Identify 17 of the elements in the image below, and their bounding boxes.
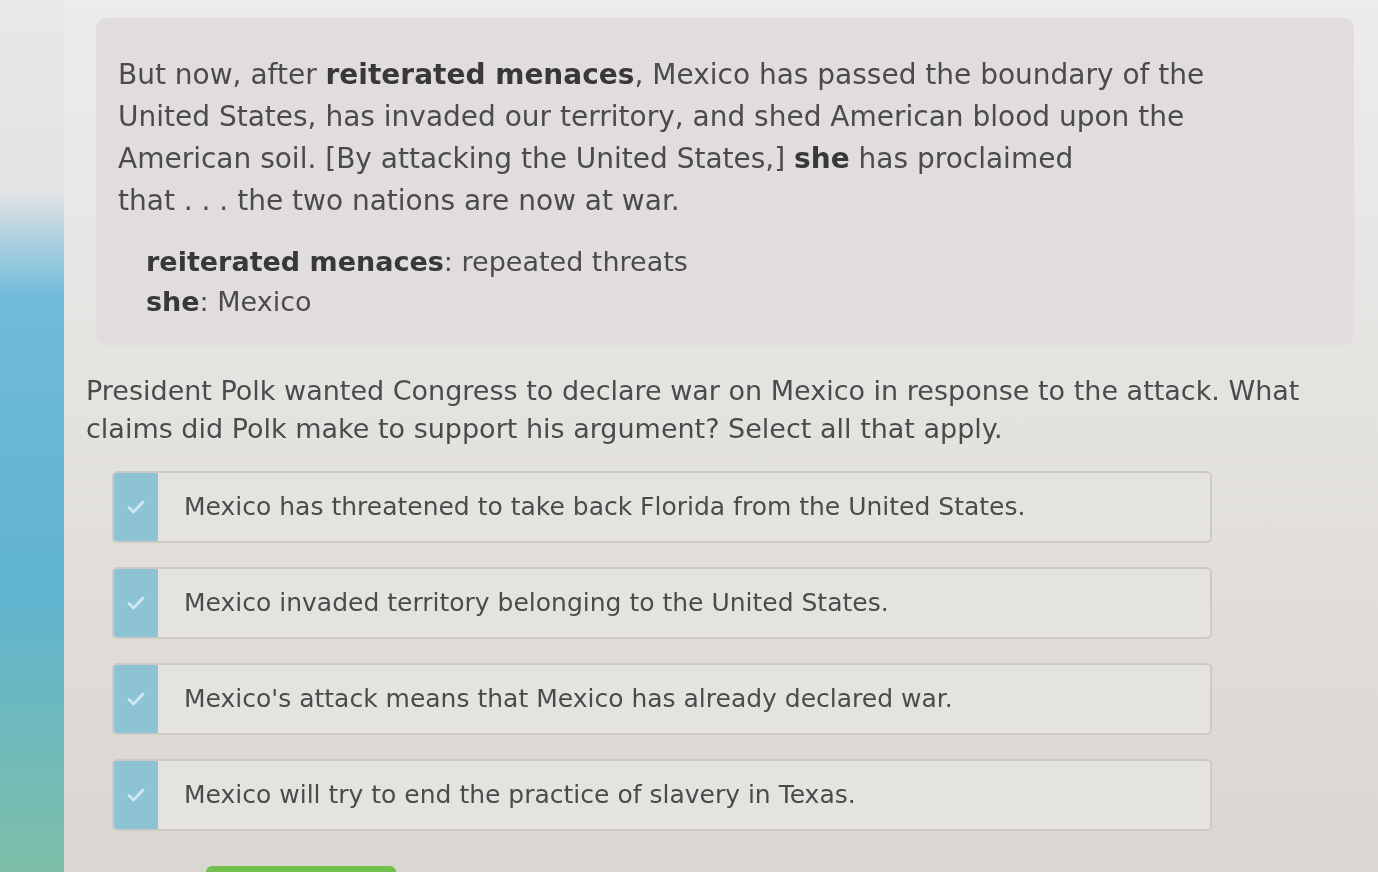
answer-option[interactable]: Mexico invaded territory belonging to the United States. <box>112 567 1212 639</box>
check-icon <box>127 788 145 802</box>
checkbox[interactable] <box>114 473 158 541</box>
glossary-entry: reiterated menaces: repeated threats <box>146 245 689 279</box>
checkbox[interactable] <box>114 665 158 733</box>
action-button[interactable] <box>206 866 396 872</box>
checkbox[interactable] <box>114 761 158 829</box>
check-icon <box>127 692 145 706</box>
glossary-entry: she: Mexico <box>146 285 313 319</box>
checkbox[interactable] <box>114 569 158 637</box>
answer-option[interactable]: Mexico will try to end the practice of slavery in Texas. <box>112 759 1212 831</box>
question-text: President Polk wanted Congress to declare war on Mexico in response to the attack. What claims did Polk make to support his argument? Select all that apply. <box>86 374 1301 446</box>
passage-text: But now, after reiterated menaces, Mexico has passed the boundary of the United States, has invaded our territory, and shed American blood upon the American soil. [By attacking the United States,] she has proclaimed that . . . the two nations are now at war. <box>118 57 1206 219</box>
check-icon <box>127 596 145 610</box>
answer-option[interactable]: Mexico's attack means that Mexico has already declared war. <box>112 663 1212 735</box>
check-icon <box>127 500 145 514</box>
answer-option[interactable]: Mexico has threatened to take back Florida from the United States. <box>112 471 1212 543</box>
